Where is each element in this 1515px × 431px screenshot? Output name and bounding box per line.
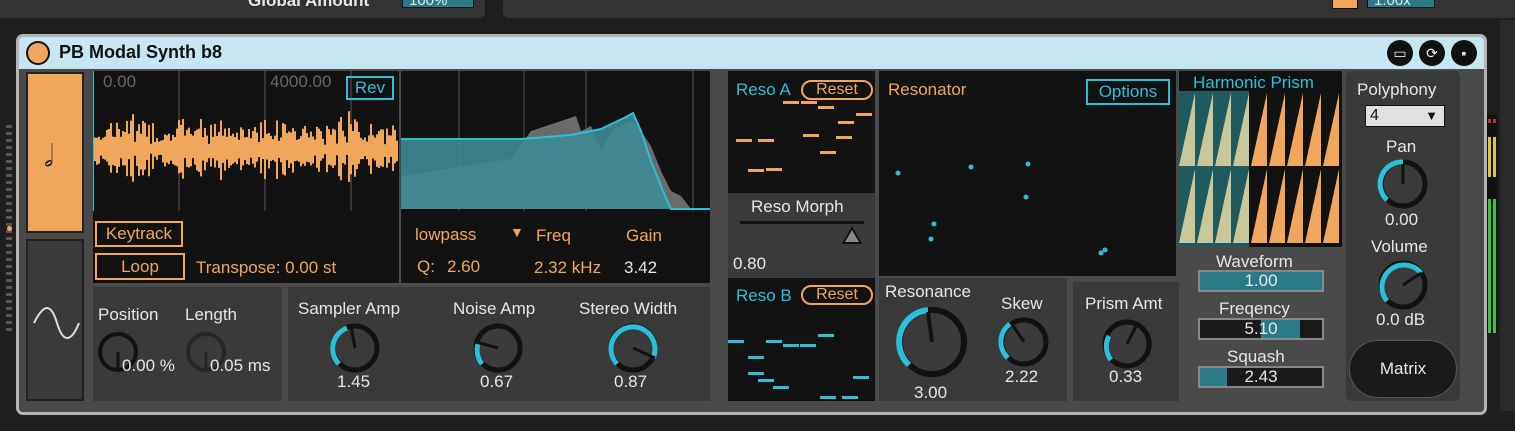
- volume-value: 0.0 dB: [1376, 310, 1426, 329]
- noise-amp-value: 0.67: [480, 372, 514, 391]
- reso-morph-slider[interactable]: [740, 221, 864, 224]
- reso-morph-handle-icon[interactable]: [842, 226, 862, 244]
- q-value[interactable]: 2.60: [447, 257, 480, 277]
- global-amount-field[interactable]: 100%: [402, 0, 474, 8]
- mode-tab-oscillator[interactable]: [26, 239, 84, 401]
- gain-label: Gain: [626, 226, 662, 245]
- prism-amt-label: Prism Amt: [1085, 294, 1163, 313]
- top-rate-field[interactable]: 1.00x: [1367, 0, 1435, 8]
- rack-grip-indicator: [7, 226, 12, 231]
- volume-label: Volume: [1371, 237, 1428, 256]
- keytrack-button[interactable]: Keytrack: [95, 221, 183, 247]
- top-toggle-button[interactable]: [1332, 0, 1358, 9]
- skew-value: 2.22: [1005, 367, 1039, 386]
- filter-type-select[interactable]: lowpass: [415, 225, 476, 245]
- sampler-amp-value: 1.45: [337, 372, 371, 391]
- resonator-options-button[interactable]: Options: [1086, 79, 1170, 105]
- sampler-amp-knob[interactable]: [327, 320, 383, 376]
- sampler-amp-label: Sampler Amp: [298, 299, 401, 318]
- sine-wave-icon: [33, 307, 80, 339]
- resonance-value: 3.00: [914, 383, 948, 402]
- filter-curve-svg: [401, 71, 710, 211]
- resonance-knob[interactable]: [894, 304, 970, 380]
- reso-a-label: Reso A: [736, 80, 791, 99]
- stereo-width-label: Stereo Width: [579, 299, 678, 318]
- skew-label: Skew: [1001, 294, 1043, 313]
- position-label: Position: [98, 305, 159, 324]
- prism-amt-value: 0.33: [1109, 367, 1143, 386]
- waveform-value: 1.00: [1244, 271, 1278, 290]
- noise-amp-label: Noise Amp: [453, 299, 536, 318]
- reso-b-reset-button[interactable]: Reset: [801, 285, 873, 305]
- device-title-bar[interactable]: [19, 37, 1484, 69]
- polyphony-label: Polyphony: [1357, 80, 1437, 99]
- note-icon: 𝅗𝅥: [44, 140, 54, 173]
- hot-swap-icon[interactable]: ⟳: [1419, 40, 1445, 66]
- reso-b-label: Reso B: [736, 286, 792, 305]
- sample-end-value: 4000.00: [270, 72, 332, 91]
- freq-value[interactable]: 2.32 kHz: [534, 258, 601, 278]
- skew-knob[interactable]: [996, 314, 1052, 370]
- pan-knob[interactable]: [1375, 156, 1431, 212]
- resonator-title: Resonator: [888, 80, 967, 99]
- volume-knob[interactable]: [1375, 257, 1431, 313]
- gain-value[interactable]: 3.42: [624, 258, 657, 278]
- q-label: Q:: [417, 257, 435, 276]
- reso-morph-value: 0.80: [733, 254, 767, 273]
- top-bar-right: [503, 0, 1515, 18]
- squash-slider[interactable]: 2.43: [1198, 366, 1324, 388]
- loop-button[interactable]: Loop: [95, 253, 185, 280]
- level-meter: [1487, 115, 1497, 333]
- pan-value: 0.00: [1385, 210, 1419, 229]
- harmonic-prism-title: Harmonic Prism: [1193, 73, 1314, 92]
- freqency-label: Freqency: [1219, 299, 1290, 318]
- expand-icon[interactable]: ▭: [1387, 40, 1413, 66]
- sample-start-value: 0.00: [103, 72, 137, 91]
- polyphony-select[interactable]: 4 ▼: [1365, 105, 1445, 127]
- matrix-label: Matrix: [1379, 359, 1427, 378]
- polyphony-value: 4: [1370, 107, 1379, 124]
- length-value: 0.05 ms: [210, 356, 271, 375]
- length-label: Length: [185, 305, 237, 324]
- filter-type-dropdown-icon[interactable]: ▼: [510, 224, 524, 240]
- position-value: 0.00 %: [122, 356, 175, 375]
- waveform-bars: [94, 111, 398, 182]
- prism-waveforms: [1179, 91, 1339, 247]
- waveform-slider[interactable]: 1.00: [1198, 270, 1324, 292]
- reso-morph-label: Reso Morph: [751, 197, 844, 216]
- transpose-value[interactable]: Transpose: 0.00 st: [196, 258, 336, 278]
- reverse-button[interactable]: Rev: [346, 76, 394, 100]
- freq-label: Freq: [536, 226, 571, 245]
- save-preset-icon[interactable]: ▪: [1451, 40, 1477, 66]
- mode-tab-sample[interactable]: 𝅗𝅥: [26, 72, 84, 233]
- filter-display[interactable]: [401, 71, 710, 211]
- global-amount-label: Global Amount: [248, 0, 370, 10]
- stereo-width-knob[interactable]: [605, 320, 661, 376]
- resonance-label: Resonance: [885, 282, 972, 301]
- stereo-width-value: 0.87: [614, 372, 648, 391]
- squash-label: Squash: [1227, 347, 1285, 366]
- waveform-label: Waveform: [1216, 252, 1293, 271]
- device-power-button[interactable]: [26, 41, 50, 65]
- squash-value: 2.43: [1244, 367, 1278, 386]
- device-title: PB Modal Synth b8: [59, 42, 223, 62]
- polyphony-dropdown-icon: ▼: [1425, 108, 1438, 123]
- matrix-button[interactable]: Matrix: [1349, 340, 1457, 398]
- prism-amt-knob[interactable]: [1099, 316, 1155, 372]
- pan-label: Pan: [1386, 137, 1417, 156]
- reso-a-reset-button[interactable]: Reset: [801, 80, 873, 100]
- noise-amp-knob[interactable]: [470, 320, 526, 376]
- freqency-value: 5.10: [1244, 319, 1278, 338]
- right-divider: [1500, 20, 1515, 411]
- freqency-slider[interactable]: 5.10: [1198, 318, 1324, 340]
- harmonic-prism-display[interactable]: [1179, 71, 1342, 247]
